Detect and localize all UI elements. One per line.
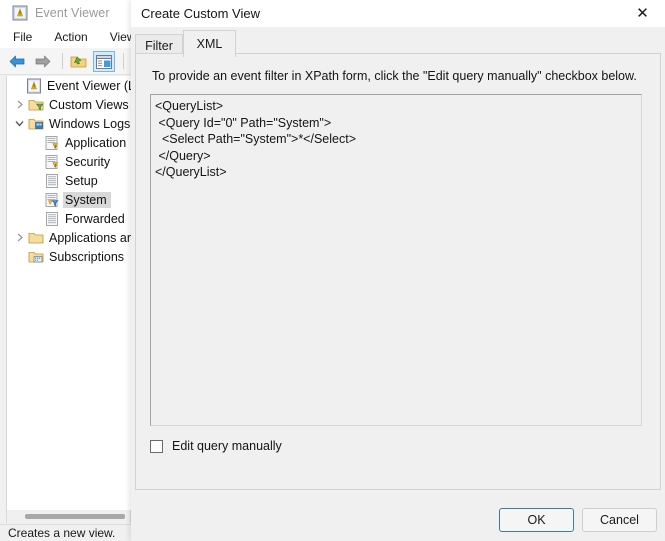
tree-item-label: Windows Logs bbox=[49, 116, 131, 131]
log-icon bbox=[44, 154, 60, 170]
menu-item-file[interactable]: File bbox=[4, 28, 41, 46]
tree-item-label: Security bbox=[65, 154, 111, 169]
tree-item-forwarded-events[interactable]: Forwarded bbox=[7, 209, 132, 228]
log-filtered-icon bbox=[44, 192, 60, 208]
tree-item-windows-logs[interactable]: Windows Logs bbox=[7, 114, 132, 133]
create-custom-view-dialog: Create Custom View ✕ Filter XML To provi… bbox=[131, 0, 665, 541]
tree-item-label: Applications ar bbox=[49, 230, 131, 245]
tree-item-event-viewer-root[interactable]: Event Viewer (Loca bbox=[7, 76, 132, 95]
cancel-button[interactable]: Cancel bbox=[582, 508, 657, 532]
log-icon bbox=[44, 135, 60, 151]
chevron-down-icon[interactable] bbox=[13, 114, 28, 133]
plain-log-icon bbox=[44, 173, 60, 189]
tab-xml[interactable]: XML bbox=[183, 30, 236, 57]
open-folder-icon[interactable] bbox=[68, 51, 90, 72]
tree-item-subscriptions[interactable]: Subscriptions bbox=[7, 247, 132, 266]
dialog-titlebar: Create Custom View ✕ bbox=[131, 0, 665, 27]
tree-item-label: Event Viewer (Loca bbox=[47, 78, 132, 93]
edit-query-manually-label: Edit query manually bbox=[172, 439, 282, 453]
tree-item-label: System bbox=[63, 191, 111, 208]
tree-item-label: Subscriptions bbox=[49, 249, 125, 264]
tree-twisty-none bbox=[11, 76, 26, 95]
applications-folder-icon bbox=[28, 230, 44, 246]
toolbar-separator-1 bbox=[62, 53, 63, 69]
tree-item-custom-views[interactable]: Custom Views bbox=[7, 95, 132, 114]
chevron-right-icon[interactable] bbox=[13, 95, 28, 114]
console-tree-horizontal-scrollbar[interactable] bbox=[6, 510, 131, 523]
tree-item-label: Forwarded bbox=[65, 211, 125, 226]
tree-item-application[interactable]: Application bbox=[7, 133, 132, 152]
tree-item-setup[interactable]: Setup bbox=[7, 171, 132, 190]
menu-item-action[interactable]: Action bbox=[45, 28, 96, 46]
tree-item-label: Application bbox=[65, 135, 127, 150]
xml-query-textarea[interactable]: <QueryList> <Query Id="0" Path="System">… bbox=[150, 94, 642, 426]
event-viewer-icon bbox=[12, 5, 28, 21]
chevron-right-icon[interactable] bbox=[13, 228, 28, 247]
close-icon[interactable]: ✕ bbox=[620, 0, 665, 27]
subscriptions-icon bbox=[28, 249, 44, 265]
event-viewer-title: Event Viewer bbox=[35, 6, 110, 20]
tree-item-label: Setup bbox=[65, 173, 98, 188]
xml-query-text: <QueryList> <Query Id="0" Path="System">… bbox=[155, 99, 357, 179]
forward-arrow-icon[interactable] bbox=[32, 51, 54, 72]
dialog-button-bar: OK Cancel bbox=[131, 494, 665, 541]
back-arrow-icon[interactable] bbox=[7, 51, 29, 72]
instruction-text: To provide an event filter in XPath form… bbox=[152, 69, 637, 83]
edit-query-manually-row[interactable]: Edit query manually bbox=[150, 439, 282, 453]
tree-item-system[interactable]: System bbox=[7, 190, 132, 209]
scrollbar-thumb[interactable] bbox=[25, 514, 125, 519]
custom-views-folder-icon bbox=[28, 97, 44, 113]
event-viewer-icon bbox=[26, 78, 42, 94]
toolbar-separator-2 bbox=[123, 53, 124, 69]
tree-item-security[interactable]: Security bbox=[7, 152, 132, 171]
plain-log-icon bbox=[44, 211, 60, 227]
ok-button[interactable]: OK bbox=[499, 508, 574, 532]
windows-logs-folder-icon bbox=[28, 116, 44, 132]
tree-item-label: Custom Views bbox=[49, 97, 129, 112]
console-tree[interactable]: Event Viewer (Loca Custom Views bbox=[6, 76, 133, 510]
edit-query-manually-checkbox[interactable] bbox=[150, 439, 163, 453]
tree-item-applications-and-services-logs[interactable]: Applications ar bbox=[7, 228, 132, 247]
show-hide-console-tree-icon[interactable] bbox=[93, 50, 115, 72]
dialog-title: Create Custom View bbox=[141, 6, 260, 21]
xml-tab-panel: To provide an event filter in XPath form… bbox=[135, 53, 661, 490]
